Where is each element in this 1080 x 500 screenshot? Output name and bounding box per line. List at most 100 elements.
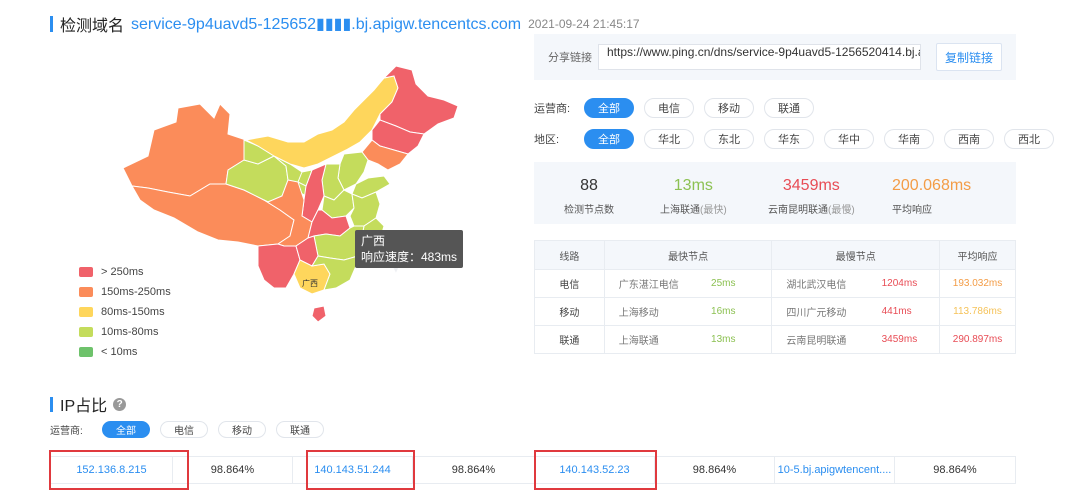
ip-filter-label: 运营商: — [50, 426, 83, 437]
province-hainan[interactable] — [311, 305, 327, 323]
checked-domain[interactable]: service-9p4uavd5-125652▮▮▮▮.bj.apigw.ten… — [131, 14, 521, 34]
highlight-box — [306, 450, 415, 490]
ip-operator-option-unicom[interactable]: 联通 — [276, 421, 324, 438]
ip-operator-filter: 运营商: 全部 电信 移动 联通 — [50, 421, 334, 438]
operator-filter: 运营商: 全部 电信 移动 联通 — [534, 98, 824, 118]
ip-percentage: 98.864% — [413, 457, 535, 483]
region-filter: 地区: 全部 华北 东北 华东 华中 华南 西南 西北 — [534, 129, 1064, 149]
row-slow-node: 云南昆明联通 — [771, 325, 870, 354]
stat-node-count-label: 检测节点数 — [564, 205, 614, 216]
row-fast-node: 上海联通 — [603, 325, 700, 354]
ip-percentage: 98.864% — [655, 457, 775, 483]
tooltip-speed: 响应速度：483ms — [361, 250, 458, 264]
highlight-box — [534, 450, 657, 490]
row-average: 193.032ms — [939, 269, 1016, 298]
stat-fastest-node: 上海联通 — [660, 205, 700, 216]
region-option-north[interactable]: 华北 — [644, 129, 694, 149]
stat-slowest-value: 3459ms — [782, 177, 840, 194]
operator-option-all[interactable]: 全部 — [584, 98, 634, 118]
stat-average: 200.068ms 平均响应 — [892, 176, 971, 216]
stat-fastest: 13ms 上海联通(最快) — [660, 176, 727, 216]
header-fastest: 最快节点 — [603, 240, 773, 270]
page-title: 检测域名 — [60, 18, 125, 35]
legend-swatch — [79, 347, 93, 357]
stat-slowest-label: 云南昆明联通(最慢) — [768, 201, 855, 216]
stat-fastest-value: 13ms — [673, 177, 713, 194]
region-option-all[interactable]: 全部 — [584, 129, 634, 149]
region-option-east[interactable]: 华东 — [764, 129, 814, 149]
row-slow-ms: 441ms — [869, 297, 941, 326]
stat-slowest: 3459ms 云南昆明联通(最慢) — [768, 176, 855, 216]
ip-share-header: IP占比 ? — [50, 392, 127, 416]
ip-share-row: 152.136.8.215 98.864% 140.143.51.244 98.… — [50, 456, 1016, 484]
table-row: 联通 上海联通 13ms 云南昆明联通 3459ms 290.897ms — [534, 325, 1016, 354]
map-tooltip: 广西 响应速度：483ms — [355, 230, 464, 268]
share-link-label: 分享链接 — [548, 52, 592, 64]
share-link-panel: 分享链接 https://www.ping.cn/dns/service-9p4… — [534, 34, 1016, 80]
row-slow-node: 四川广元移动 — [771, 297, 870, 326]
province-label-guangxi: 广西 — [302, 278, 318, 288]
stat-average-label: 平均响应 — [892, 205, 932, 216]
legend-item[interactable]: < 10ms — [79, 342, 171, 362]
row-line: 联通 — [534, 325, 605, 354]
row-fast-node: 上海移动 — [603, 297, 700, 326]
region-option-southwest[interactable]: 西南 — [944, 129, 994, 149]
row-line: 移动 — [534, 297, 605, 326]
operator-filter-label: 运营商: — [534, 103, 571, 115]
title-accent-bar — [50, 16, 53, 32]
page-header: 检测域名 service-9p4uavd5-125652▮▮▮▮.bj.apig… — [50, 14, 640, 35]
ip-percentage: 98.864% — [933, 464, 977, 476]
region-filter-label: 地区: — [534, 134, 560, 146]
copy-link-button[interactable]: 复制链接 — [936, 43, 1002, 71]
table-row: 移动 上海移动 16ms 四川广元移动 441ms 113.786ms — [534, 297, 1016, 326]
stat-node-count-value: 88 — [580, 177, 598, 194]
ip-address[interactable]: 10-5.bj.apigwtencent.... — [775, 457, 895, 483]
ip-operator-option-all[interactable]: 全部 — [102, 421, 150, 438]
check-timestamp: 2021-09-24 21:45:17 — [528, 17, 640, 31]
legend-item[interactable]: > 250ms — [79, 262, 171, 282]
legend-swatch — [79, 307, 93, 317]
stat-fastest-label: 上海联通(最快) — [660, 201, 727, 216]
row-fast-node: 广东湛江电信 — [603, 269, 700, 298]
legend-swatch — [79, 327, 93, 337]
region-option-central[interactable]: 华中 — [824, 129, 874, 149]
legend-item[interactable]: 10ms-80ms — [79, 322, 171, 342]
legend-swatch — [79, 287, 93, 297]
ip-operator-option-telecom[interactable]: 电信 — [160, 421, 208, 438]
legend-item[interactable]: 150ms-250ms — [79, 282, 171, 302]
legend-swatch — [79, 267, 93, 277]
legend-label: 80ms-150ms — [101, 306, 165, 318]
row-fast-ms: 13ms — [699, 325, 773, 354]
stat-node-count: 88 检测节点数 — [564, 176, 614, 216]
row-fast-ms: 25ms — [699, 269, 773, 298]
legend-label: 150ms-250ms — [101, 286, 171, 298]
header-average: 平均响应 — [939, 240, 1016, 270]
ip-percentage: 98.864% — [173, 457, 293, 483]
line-node-table: 线路 最快节点 最慢节点 平均响应 电信 广东湛江电信 25ms 湖北武汉电信 … — [534, 240, 1016, 354]
province-yunnan[interactable] — [257, 243, 301, 289]
operator-option-unicom[interactable]: 联通 — [764, 98, 814, 118]
operator-option-mobile[interactable]: 移动 — [704, 98, 754, 118]
region-option-northeast[interactable]: 东北 — [704, 129, 754, 149]
row-slow-ms: 1204ms — [869, 269, 941, 298]
highlight-box — [49, 450, 189, 490]
stat-slowest-note: (最慢) — [828, 205, 855, 216]
summary-stats: 88 检测节点数 13ms 上海联通(最快) 3459ms 云南昆明联通(最慢)… — [534, 162, 1016, 224]
region-option-northwest[interactable]: 西北 — [1004, 129, 1054, 149]
table-row: 电信 广东湛江电信 25ms 湖北武汉电信 1204ms 193.032ms — [534, 269, 1016, 298]
share-url-field[interactable]: https://www.ping.cn/dns/service-9p4uavd5… — [598, 44, 921, 70]
ip-title-accent-bar — [50, 396, 53, 412]
ip-share-title: IP占比 — [60, 398, 108, 415]
region-option-south[interactable]: 华南 — [884, 129, 934, 149]
legend-item[interactable]: 80ms-150ms — [79, 302, 171, 322]
legend-label: 10ms-80ms — [101, 326, 159, 338]
legend-label: < 10ms — [101, 346, 138, 358]
ip-operator-option-mobile[interactable]: 移动 — [218, 421, 266, 438]
stat-slowest-node: 云南昆明联通 — [768, 205, 828, 216]
legend-label: > 250ms — [101, 266, 144, 278]
help-icon[interactable]: ? — [113, 397, 127, 411]
header-slowest: 最慢节点 — [771, 240, 941, 270]
map-legend: > 250ms 150ms-250ms 80ms-150ms 10ms-80ms… — [79, 262, 171, 362]
operator-option-telecom[interactable]: 电信 — [644, 98, 694, 118]
table-header-row: 线路 最快节点 最慢节点 平均响应 — [534, 240, 1016, 270]
